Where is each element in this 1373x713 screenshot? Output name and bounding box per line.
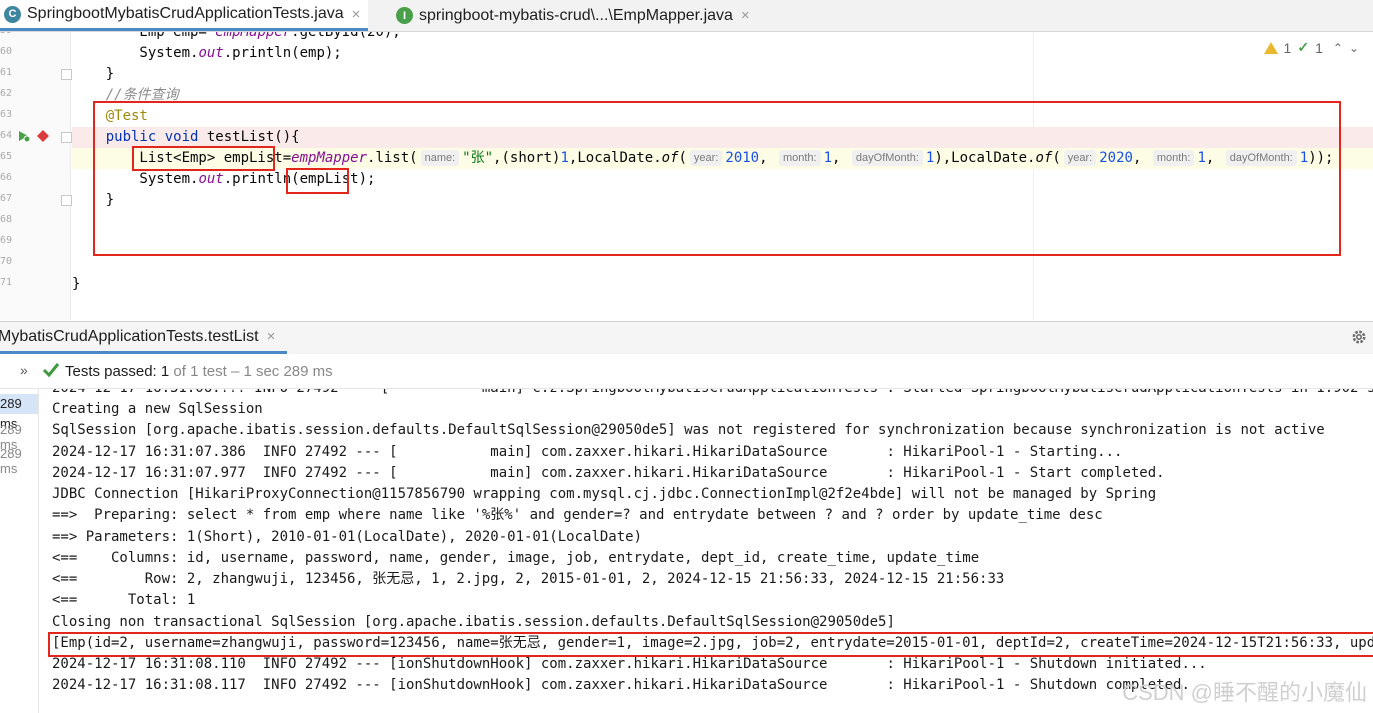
expand-icon[interactable]: » bbox=[20, 362, 28, 378]
tab-label: SpringbootMybatisCrudApplicationTests.ja… bbox=[27, 5, 344, 22]
fold-marker[interactable] bbox=[61, 132, 72, 143]
tab-tests-file[interactable]: C SpringbootMybatisCrudApplicationTests.… bbox=[0, 0, 369, 31]
run-tab-label: MybatisCrudApplicationTests.testList bbox=[0, 327, 259, 345]
line-number: 59 bbox=[0, 32, 12, 36]
watermark: CSDN @睡不醒的小魔仙 bbox=[1122, 680, 1367, 705]
console-line: <== Row: 2, zhangwuji, 123456, 张无忌, 1, 2… bbox=[52, 571, 1005, 587]
console-output[interactable]: 2024-12-17 16:31:06.??? INFO 27492 --- [… bbox=[40, 389, 1373, 713]
console-line: SqlSession [org.apache.ibatis.session.de… bbox=[52, 422, 1325, 438]
run-test-icon[interactable] bbox=[16, 129, 32, 143]
fold-marker[interactable] bbox=[61, 195, 72, 206]
code-line: Emp emp= empMapper.getById(20); bbox=[72, 32, 401, 40]
test-status-text: Tests passed: 1 of 1 test – 1 sec 289 ms bbox=[65, 363, 333, 380]
test-duration-selected[interactable]: 289 ms bbox=[0, 394, 38, 431]
console-line: 2024-12-17 16:31:07.977 INFO 27492 --- [… bbox=[52, 465, 1165, 481]
line-number: 70 bbox=[0, 256, 13, 267]
line-number: 67 bbox=[0, 193, 13, 204]
line-number: 60 bbox=[0, 46, 13, 57]
check-icon bbox=[42, 363, 60, 378]
highlight-box-result bbox=[48, 632, 1373, 657]
code-line: System.out.println(emp); bbox=[72, 45, 342, 61]
run-tab[interactable]: MybatisCrudApplicationTests.testList × bbox=[0, 322, 288, 354]
console-line: Creating a new SqlSession bbox=[52, 401, 263, 417]
console-line: Closing non transactional SqlSession [or… bbox=[52, 614, 895, 630]
line-number: 71 bbox=[0, 277, 13, 288]
test-tree-panel: 289 ms 289 ms 289 ms bbox=[0, 389, 39, 713]
console-line: ==> Preparing: select * from emp where n… bbox=[52, 507, 1103, 523]
line-number: 61 bbox=[0, 67, 13, 78]
code-line: } bbox=[72, 276, 81, 292]
gear-icon[interactable] bbox=[1351, 329, 1367, 345]
console-line: <== Columns: id, username, password, nam… bbox=[52, 550, 980, 566]
console-line: JDBC Connection [HikariProxyConnection@1… bbox=[52, 486, 1157, 502]
interface-icon: I bbox=[396, 7, 413, 24]
line-number: 65 bbox=[0, 151, 13, 162]
editor-tab-bar: C SpringbootMybatisCrudApplicationTests.… bbox=[0, 0, 1373, 32]
highlight-box-declaration bbox=[132, 146, 275, 171]
close-icon[interactable]: × bbox=[352, 6, 361, 23]
breakpoint-icon[interactable] bbox=[36, 129, 50, 143]
tab-empmapper-file[interactable]: I springboot-mybatis-crud\...\EmpMapper.… bbox=[392, 0, 750, 31]
test-status-bar: » Tests passed: 1 of 1 test – 1 sec 289 … bbox=[0, 354, 1373, 389]
line-number: 68 bbox=[0, 214, 13, 225]
console-line: ==> Parameters: 1(Short), 2010-01-01(Loc… bbox=[52, 529, 643, 545]
close-icon[interactable]: × bbox=[741, 7, 750, 24]
class-icon: C bbox=[4, 5, 21, 23]
console-line: 2024-12-17 16:31:07.386 INFO 27492 --- [… bbox=[52, 444, 1123, 460]
close-icon[interactable]: × bbox=[267, 328, 276, 345]
highlight-box-argument bbox=[286, 168, 349, 194]
code-editor[interactable]: 59 60 61 62 63 64 65 66 67 68 69 70 71 1… bbox=[0, 32, 1373, 320]
console-line: 2024-12-17 16:31:08.117 INFO 27492 --- [… bbox=[52, 677, 1190, 693]
line-number: 66 bbox=[0, 172, 13, 183]
line-number: 64 bbox=[0, 130, 13, 141]
highlight-box-method bbox=[93, 101, 1341, 256]
run-tool-window-header: MybatisCrudApplicationTests.testList × bbox=[0, 321, 1373, 355]
fold-marker[interactable] bbox=[61, 69, 72, 80]
line-number: 63 bbox=[0, 109, 13, 120]
line-number: 62 bbox=[0, 88, 13, 99]
console-line: <== Total: 1 bbox=[52, 592, 196, 608]
test-duration[interactable]: 289 ms bbox=[0, 446, 38, 476]
line-number: 69 bbox=[0, 235, 13, 246]
line-gutter: 59 60 61 62 63 64 65 66 67 68 69 70 71 bbox=[0, 32, 72, 320]
tab-label: springboot-mybatis-crud\...\EmpMapper.ja… bbox=[419, 6, 733, 24]
console-line: 2024-12-17 16:31:08.110 INFO 27492 --- [… bbox=[52, 656, 1207, 672]
console-line: 2024-12-17 16:31:06.??? INFO 27492 --- [… bbox=[52, 389, 1373, 399]
code-line: } bbox=[72, 66, 115, 82]
